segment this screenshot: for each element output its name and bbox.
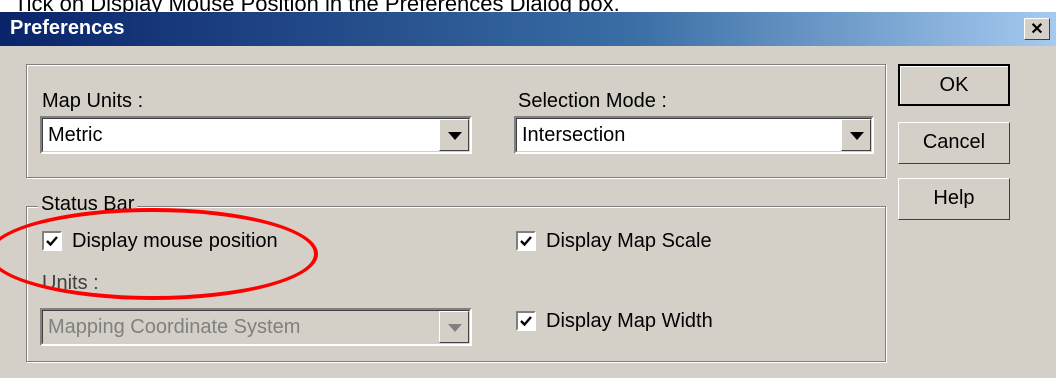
- close-icon: ✕: [1030, 21, 1044, 38]
- display-map-scale-label: Display Map Scale: [546, 230, 712, 252]
- checkmark-icon: [520, 236, 532, 247]
- chevron-down-icon[interactable]: [439, 119, 469, 151]
- selection-mode-dropdown[interactable]: Intersection: [514, 116, 874, 154]
- selection-mode-label: Selection Mode :: [518, 90, 667, 112]
- units-dropdown[interactable]: Mapping Coordinate System: [40, 308, 472, 346]
- units-value: Mapping Coordinate System: [48, 316, 301, 338]
- checkmark-icon: [520, 316, 532, 327]
- title-bar[interactable]: Preferences ✕: [0, 12, 1056, 46]
- chevron-down-icon[interactable]: [439, 311, 469, 343]
- display-map-width-label: Display Map Width: [546, 310, 713, 332]
- map-units-dropdown[interactable]: Metric: [40, 116, 472, 154]
- help-button[interactable]: Help: [898, 178, 1010, 220]
- display-map-width-row[interactable]: Display Map Width: [516, 310, 776, 334]
- selection-mode-value: Intersection: [522, 124, 626, 146]
- chevron-down-icon[interactable]: [841, 119, 871, 151]
- display-map-scale-checkbox[interactable]: [516, 231, 536, 251]
- preferences-dialog: Preferences ✕ Map Units : Metric Selecti…: [0, 12, 1056, 378]
- map-units-value: Metric: [48, 124, 103, 146]
- map-units-label: Map Units :: [42, 90, 144, 112]
- highlight-ellipse: [0, 208, 318, 300]
- dialog-title: Preferences: [10, 17, 125, 39]
- close-button[interactable]: ✕: [1024, 18, 1050, 40]
- ok-button[interactable]: OK: [898, 64, 1010, 106]
- display-map-width-checkbox[interactable]: [516, 311, 536, 331]
- display-map-scale-row[interactable]: Display Map Scale: [516, 230, 776, 254]
- cancel-button[interactable]: Cancel: [898, 122, 1010, 164]
